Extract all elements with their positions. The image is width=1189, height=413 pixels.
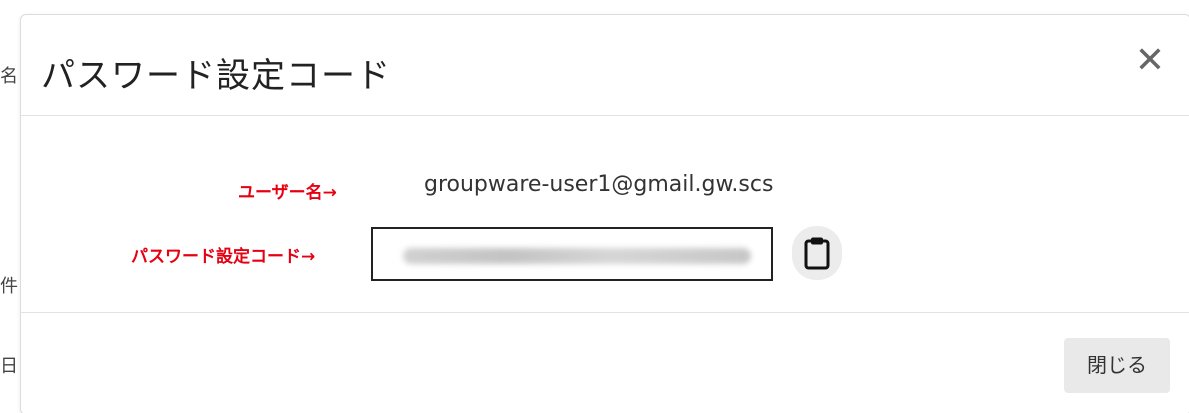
annotation-code: パスワード設定コード→ bbox=[131, 247, 316, 267]
background-fragment: 日 bbox=[0, 356, 18, 377]
dialog-title: パスワード設定コード bbox=[41, 56, 391, 96]
copy-button[interactable] bbox=[792, 226, 842, 280]
clipboard-icon bbox=[804, 237, 830, 270]
code-value-blurred bbox=[403, 248, 751, 264]
dialog-header: パスワード設定コード ✕ bbox=[21, 15, 1189, 116]
background-fragment: 名 bbox=[0, 66, 18, 87]
background-fragment: 件 bbox=[0, 276, 18, 297]
screen: 名 件 日 パスワード設定コード ✕ ユーザー名→ groupware-user… bbox=[0, 0, 1189, 413]
annotation-username: ユーザー名→ bbox=[238, 183, 337, 203]
close-button[interactable]: 閉じる bbox=[1064, 338, 1170, 393]
password-code-dialog: パスワード設定コード ✕ ユーザー名→ groupware-user1@gmai… bbox=[20, 14, 1189, 413]
close-icon[interactable]: ✕ bbox=[1130, 41, 1170, 81]
dialog-body: ユーザー名→ groupware-user1@gmail.gw.scs パスワー… bbox=[21, 116, 1189, 313]
username-value: groupware-user1@gmail.gw.scs bbox=[424, 172, 774, 197]
password-code-field[interactable] bbox=[371, 227, 773, 281]
